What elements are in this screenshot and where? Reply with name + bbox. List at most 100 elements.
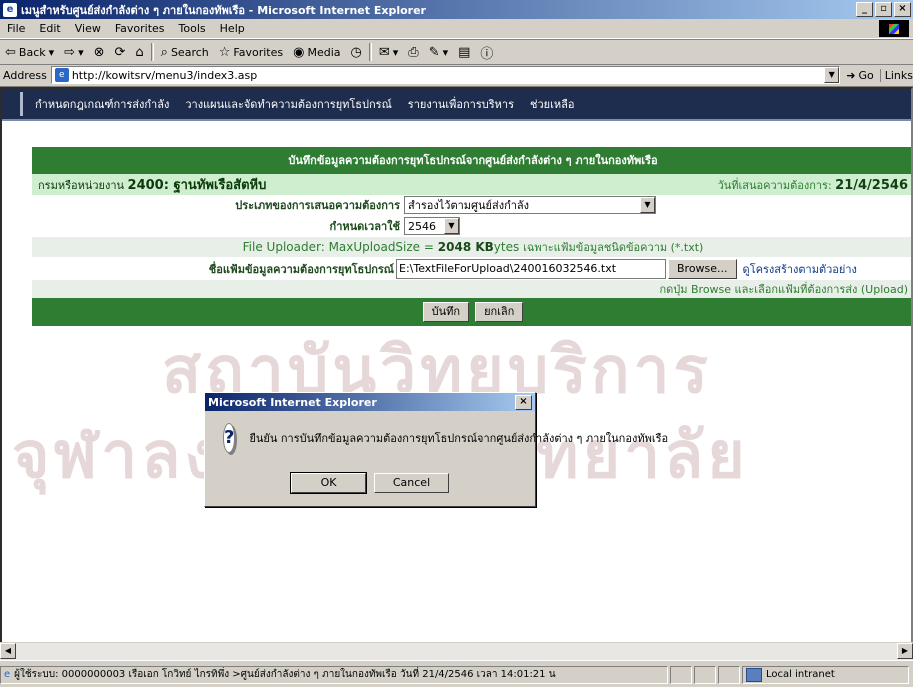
date-label: วันที่เสนอความต้องการ:: [717, 178, 832, 192]
file-row: ชื่อแฟ้มข้อมูลความต้องการยุทโธปกรณ์ E:\T…: [32, 257, 911, 280]
page-viewport: สถาบันวิทยบริการ จุฬาลงกรณ์มหาวิทยาลัย ก…: [0, 87, 913, 644]
dialog-message: ยืนยัน การบันทึกข้อมูลความต้องการยุทโธปก…: [249, 432, 669, 445]
close-button[interactable]: ×: [894, 2, 911, 17]
nav-item-planning[interactable]: วางแผนและจัดทำความต้องการยุทโธปกรณ์: [177, 95, 399, 113]
go-arrow-icon: ➜: [846, 68, 856, 82]
favorites-label: Favorites: [233, 45, 284, 59]
toolbar-divider: [368, 43, 372, 61]
edit-button[interactable]: ✎ ▾: [424, 41, 453, 63]
hint-row: กดปุ่ม Browse และเลือกแฟ้มที่ต้องการส่ง …: [32, 280, 911, 298]
year-select-value: 2546: [408, 219, 436, 233]
chevron-down-icon: ▾: [392, 45, 399, 59]
menu-tools[interactable]: Tools: [172, 22, 213, 35]
refresh-button[interactable]: ⟳: [110, 41, 131, 63]
windows-logo-icon: [879, 20, 909, 37]
scroll-right-icon[interactable]: ▶: [897, 643, 913, 659]
window-title: เมนูสำหรับศูนย์ส่งกำลังต่าง ๆ ภายในกองทั…: [21, 3, 426, 17]
cancel-button[interactable]: ยกเลิก: [475, 302, 524, 322]
file-path-input[interactable]: E:\TextFileForUpload\240016032546.txt: [396, 258, 666, 279]
uploader-note: เฉพาะแฟ้มข้อมูลชนิดข้อความ (*.txt): [523, 241, 704, 254]
type-select[interactable]: สำรองไว้ตามศูนย์ส่งกำลัง ▼: [404, 196, 656, 214]
discuss-button[interactable]: ▤: [453, 41, 475, 63]
search-icon: ⌕: [160, 44, 168, 60]
dialog-buttons: OK Cancel: [205, 472, 535, 494]
stop-icon: ⊗: [93, 44, 105, 60]
address-label: Address: [3, 68, 47, 82]
info-icon: ⓘ: [480, 46, 494, 62]
forward-button[interactable]: ⇨ ▾: [59, 41, 88, 63]
maximize-button[interactable]: ▫: [875, 2, 892, 17]
year-row: กำหนดเวลาใช้ 2546 ▼: [32, 215, 911, 237]
menu-help[interactable]: Help: [213, 22, 252, 35]
dialog-ok-button[interactable]: OK: [290, 472, 367, 494]
top-nav: กำหนดกฎเกณฑ์การส่งกำลัง วางแผนและจัดทำคว…: [2, 89, 911, 121]
address-bar: Address e http://kowitsrv/menu3/index3.a…: [0, 64, 913, 87]
media-button[interactable]: ◉ Media: [288, 41, 345, 63]
title-bar: e เมนูสำหรับศูนย์ส่งกำลังต่าง ๆ ภายในกอง…: [0, 0, 913, 19]
go-button[interactable]: ➜ Go: [840, 69, 879, 82]
uploader-unit: ytes: [493, 240, 520, 254]
mail-button[interactable]: ✉ ▾: [374, 41, 403, 63]
forward-arrow-icon: ⇨: [64, 44, 76, 60]
menu-view[interactable]: View: [68, 22, 108, 35]
date-info: วันที่เสนอความต้องการ: 21/4/2546: [718, 176, 908, 194]
zone-pane: Local intranet: [742, 665, 909, 684]
form-actions: บันทึก ยกเลิก: [32, 298, 911, 326]
menu-favorites[interactable]: Favorites: [108, 22, 172, 35]
chevron-down-icon: ▾: [48, 45, 55, 59]
favorites-button[interactable]: ☆ Favorites: [214, 41, 288, 63]
chevron-down-icon: ▾: [78, 45, 84, 59]
save-button[interactable]: บันทึก: [422, 302, 470, 322]
uploader-size: 2048 KB: [437, 240, 494, 254]
dialog-title-bar: Microsoft Internet Explorer ×: [205, 393, 535, 411]
toolbar-divider: [150, 43, 154, 61]
links-button[interactable]: Links: [879, 68, 913, 82]
media-icon: ◉: [293, 44, 305, 60]
status-text: ผู้ใช้ระบบ: 0000000003 เรือเอก โกวิทย์ ไ…: [14, 669, 556, 680]
nav-item-rules[interactable]: กำหนดกฎเกณฑ์การส่งกำลัง: [27, 95, 177, 113]
nav-item-help[interactable]: ช่วยเหลือ: [522, 95, 582, 113]
status-pane-empty: [718, 665, 740, 684]
file-label: ชื่อแฟ้มข้อมูลความต้องการยุทโธปกรณ์: [208, 262, 394, 276]
year-select[interactable]: 2546 ▼: [404, 217, 460, 235]
status-pane-empty: [694, 665, 716, 684]
status-bar: e ผู้ใช้ระบบ: 0000000003 เรือเอก โกวิทย์…: [0, 660, 913, 687]
messenger-button[interactable]: ⓘ: [475, 41, 498, 63]
address-dropdown-button[interactable]: ▼: [824, 67, 840, 83]
print-button[interactable]: ⎙: [403, 41, 423, 63]
horizontal-scrollbar[interactable]: ◀ ▶: [0, 642, 913, 660]
address-input[interactable]: e http://kowitsrv/menu3/index3.asp ▼: [50, 66, 841, 84]
star-icon: ☆: [218, 44, 231, 60]
stop-button[interactable]: ⊗: [89, 41, 110, 63]
dialog-title: Microsoft Internet Explorer: [208, 395, 377, 409]
type-label: ประเภทของการเสนอความต้องการ: [235, 199, 400, 212]
minimize-button[interactable]: _: [856, 2, 873, 17]
toolbar: ⇦ Back ▾ ⇨ ▾ ⊗ ⟳ ⌂ ⌕ Search ☆ Favorites …: [0, 39, 913, 65]
dialog-close-button[interactable]: ×: [515, 395, 532, 410]
scroll-left-icon[interactable]: ◀: [0, 643, 16, 659]
search-button[interactable]: ⌕ Search: [156, 41, 214, 63]
dept-info: กรมหรือหน่วยงาน 2400: ฐานทัพเรือสัตหีบ: [38, 174, 266, 195]
back-button[interactable]: ⇦ Back ▾: [0, 41, 59, 63]
home-button[interactable]: ⌂: [130, 41, 148, 63]
dept-label: กรมหรือหน่วยงาน: [38, 179, 125, 192]
nav-item-reports[interactable]: รายงานเพื่อการบริหาร: [400, 95, 522, 113]
type-row: ประเภทของการเสนอความต้องการ สำรองไว้ตามศ…: [32, 195, 911, 215]
menu-file[interactable]: File: [0, 22, 32, 35]
question-icon: ?: [223, 423, 236, 453]
go-label: Go: [858, 68, 874, 82]
confirm-dialog: Microsoft Internet Explorer × ? ยืนยัน ก…: [204, 392, 668, 507]
sample-structure-link[interactable]: ดูโครงสร้างตามตัวอย่าง: [743, 260, 857, 278]
dialog-cancel-button[interactable]: Cancel: [374, 473, 449, 493]
discuss-icon: ▤: [458, 44, 471, 60]
history-button[interactable]: ◷: [346, 41, 367, 63]
menu-edit[interactable]: Edit: [32, 22, 67, 35]
chevron-down-icon[interactable]: ▼: [640, 197, 655, 213]
print-icon: ⎙: [408, 44, 419, 60]
intranet-icon: [746, 667, 762, 682]
back-arrow-icon: ⇦: [5, 44, 16, 60]
chevron-down-icon[interactable]: ▼: [444, 218, 459, 234]
browse-button[interactable]: Browse...: [668, 258, 737, 279]
ie-app-icon: e: [3, 2, 17, 17]
date-value: 21/4/2546: [835, 177, 908, 193]
